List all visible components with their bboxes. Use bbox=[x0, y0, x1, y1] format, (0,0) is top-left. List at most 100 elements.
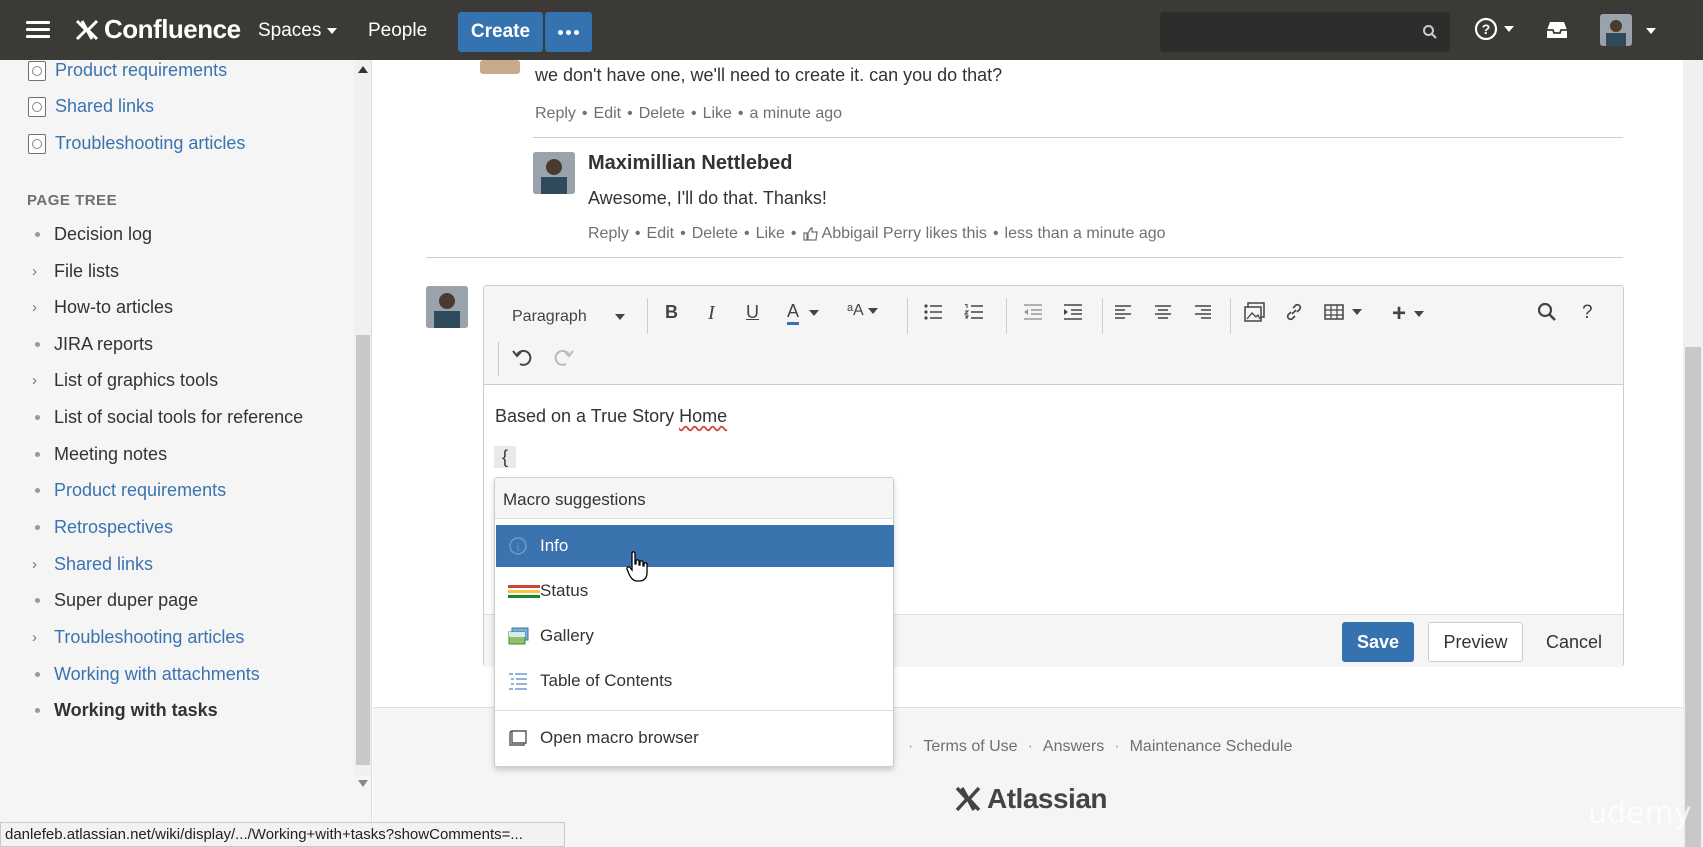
edit-link[interactable]: Edit bbox=[647, 225, 675, 243]
footer-maintenance-link[interactable]: Maintenance Schedule bbox=[1130, 738, 1293, 756]
align-center-icon bbox=[1155, 305, 1171, 319]
create-button[interactable]: Create bbox=[458, 12, 543, 52]
tree-item-decision-log[interactable]: Decision log bbox=[32, 224, 152, 245]
macro-item-status[interactable]: Status bbox=[496, 570, 894, 612]
comment-time[interactable]: a minute ago bbox=[750, 105, 843, 123]
chevron-right-icon[interactable]: › bbox=[32, 556, 54, 573]
bullet-icon bbox=[35, 415, 40, 420]
tree-item-working-with-tasks[interactable]: Working with tasks bbox=[32, 700, 218, 721]
macro-item-table-of-contents[interactable]: Table of Contents bbox=[496, 660, 894, 702]
numbered-list-button[interactable] bbox=[964, 304, 984, 320]
open-macro-browser[interactable]: Open macro browser bbox=[496, 717, 894, 759]
insert-image-button[interactable] bbox=[1244, 302, 1266, 322]
edit-link[interactable]: Edit bbox=[594, 105, 622, 123]
tree-item-attachments[interactable]: Working with attachments bbox=[32, 664, 260, 685]
chevron-right-icon[interactable]: › bbox=[32, 372, 54, 389]
chevron-right-icon[interactable]: › bbox=[32, 629, 54, 646]
editor-content[interactable]: Based on a True Story Home bbox=[495, 406, 727, 427]
insert-link-button[interactable] bbox=[1284, 302, 1304, 322]
chevron-right-icon[interactable]: › bbox=[32, 263, 54, 280]
tree-item-retrospectives[interactable]: Retrospectives bbox=[32, 517, 173, 538]
tree-item-file-lists[interactable]: › File lists bbox=[32, 261, 119, 282]
sidebar-link-troubleshooting[interactable]: Troubleshooting articles bbox=[28, 133, 245, 154]
nav-people[interactable]: People bbox=[368, 20, 427, 42]
text-effects-button[interactable]: ᵃA bbox=[847, 302, 878, 320]
more-create-button[interactable] bbox=[545, 12, 592, 52]
save-button[interactable]: Save bbox=[1342, 622, 1414, 662]
italic-button[interactable]: I bbox=[708, 302, 715, 325]
tree-item-product-requirements[interactable]: Product requirements bbox=[32, 480, 226, 501]
scroll-down-icon[interactable] bbox=[358, 780, 368, 787]
bullet-icon bbox=[35, 672, 40, 677]
chevron-right-icon[interactable]: › bbox=[32, 299, 54, 316]
tree-item-graphics-tools[interactable]: › List of graphics tools bbox=[32, 370, 218, 391]
misspelled-word[interactable]: Home bbox=[679, 406, 727, 426]
bullet-icon bbox=[35, 708, 40, 713]
sidebar-scrollbar[interactable] bbox=[354, 60, 371, 787]
undo-button[interactable] bbox=[512, 348, 532, 366]
underline-button[interactable]: U bbox=[746, 302, 759, 323]
like-link[interactable]: Like bbox=[703, 105, 732, 123]
redo-button[interactable] bbox=[554, 348, 574, 366]
reply-author[interactable]: Maximillian Nettlebed bbox=[588, 152, 793, 175]
tree-item-super-duper[interactable]: Super duper page bbox=[32, 590, 198, 611]
likes-summary[interactable]: Abbigail Perry likes this bbox=[822, 225, 987, 243]
outdent-icon bbox=[1024, 304, 1042, 320]
bullet-icon bbox=[35, 598, 40, 603]
page-scrollbar[interactable] bbox=[1683, 60, 1703, 847]
search-input[interactable] bbox=[1160, 12, 1450, 52]
tree-item-jira-reports[interactable]: JIRA reports bbox=[32, 334, 153, 355]
scroll-thumb[interactable] bbox=[356, 335, 370, 765]
toolbar-separator bbox=[498, 342, 499, 376]
outdent-button[interactable] bbox=[1023, 304, 1043, 320]
notifications-tray[interactable] bbox=[1545, 20, 1569, 45]
commenter-avatar[interactable] bbox=[480, 60, 520, 74]
scroll-thumb[interactable] bbox=[1685, 347, 1701, 847]
text-color-button[interactable]: A bbox=[787, 300, 820, 325]
tree-item-label: JIRA reports bbox=[54, 334, 154, 354]
macro-item-info[interactable]: i Info bbox=[496, 525, 894, 567]
align-left-button[interactable] bbox=[1114, 304, 1132, 320]
paragraph-format-dropdown[interactable]: Paragraph bbox=[512, 302, 632, 332]
user-avatar[interactable] bbox=[1600, 14, 1632, 46]
help-menu[interactable]: ? bbox=[1474, 17, 1514, 41]
delete-link[interactable]: Delete bbox=[639, 105, 685, 123]
tree-item-social-tools[interactable]: List of social tools for reference bbox=[32, 407, 303, 428]
insert-more-button[interactable]: + bbox=[1392, 300, 1425, 328]
macro-item-gallery[interactable]: Gallery bbox=[496, 615, 894, 657]
reply-author-avatar[interactable] bbox=[533, 152, 575, 194]
like-link[interactable]: Like bbox=[756, 225, 785, 243]
scroll-up-icon[interactable] bbox=[358, 66, 368, 73]
insert-table-button[interactable] bbox=[1324, 304, 1362, 320]
tree-item-troubleshooting[interactable]: › Troubleshooting articles bbox=[32, 627, 244, 648]
tree-item-label: Super duper page bbox=[54, 590, 199, 610]
preview-button[interactable]: Preview bbox=[1428, 622, 1523, 662]
numbered-list-icon bbox=[964, 304, 983, 319]
sidebar-link-shared-links[interactable]: Shared links bbox=[28, 96, 154, 117]
nav-spaces[interactable]: Spaces bbox=[258, 20, 338, 42]
delete-link[interactable]: Delete bbox=[692, 225, 738, 243]
align-center-button[interactable] bbox=[1154, 304, 1172, 320]
find-replace-button[interactable] bbox=[1537, 302, 1557, 322]
toc-icon bbox=[508, 672, 540, 690]
menu-icon[interactable] bbox=[26, 21, 50, 39]
atlassian-logo[interactable]: Atlassian bbox=[953, 783, 1108, 815]
reply-link[interactable]: Reply bbox=[535, 105, 576, 123]
sidebar-link-product-requirements[interactable]: Product requirements bbox=[28, 60, 227, 81]
bold-button[interactable]: B bbox=[665, 302, 678, 323]
align-right-button[interactable] bbox=[1194, 304, 1212, 320]
macro-item-label: Status bbox=[540, 581, 589, 600]
tree-item-label: Meeting notes bbox=[54, 444, 168, 464]
tree-item-meeting-notes[interactable]: Meeting notes bbox=[32, 444, 167, 465]
reply-time[interactable]: less than a minute ago bbox=[1005, 225, 1166, 243]
footer-terms-link[interactable]: Terms of Use bbox=[923, 738, 1017, 756]
indent-button[interactable] bbox=[1063, 304, 1083, 320]
tree-item-shared-links[interactable]: › Shared links bbox=[32, 554, 153, 575]
help-button[interactable]: ? bbox=[1582, 302, 1593, 324]
tree-item-how-to[interactable]: › How-to articles bbox=[32, 297, 173, 318]
confluence-logo[interactable]: Confluence bbox=[74, 14, 241, 45]
bullet-list-button[interactable] bbox=[924, 304, 944, 320]
cancel-button[interactable]: Cancel bbox=[1534, 622, 1614, 662]
reply-link[interactable]: Reply bbox=[588, 225, 629, 243]
footer-answers-link[interactable]: Answers bbox=[1043, 738, 1104, 756]
